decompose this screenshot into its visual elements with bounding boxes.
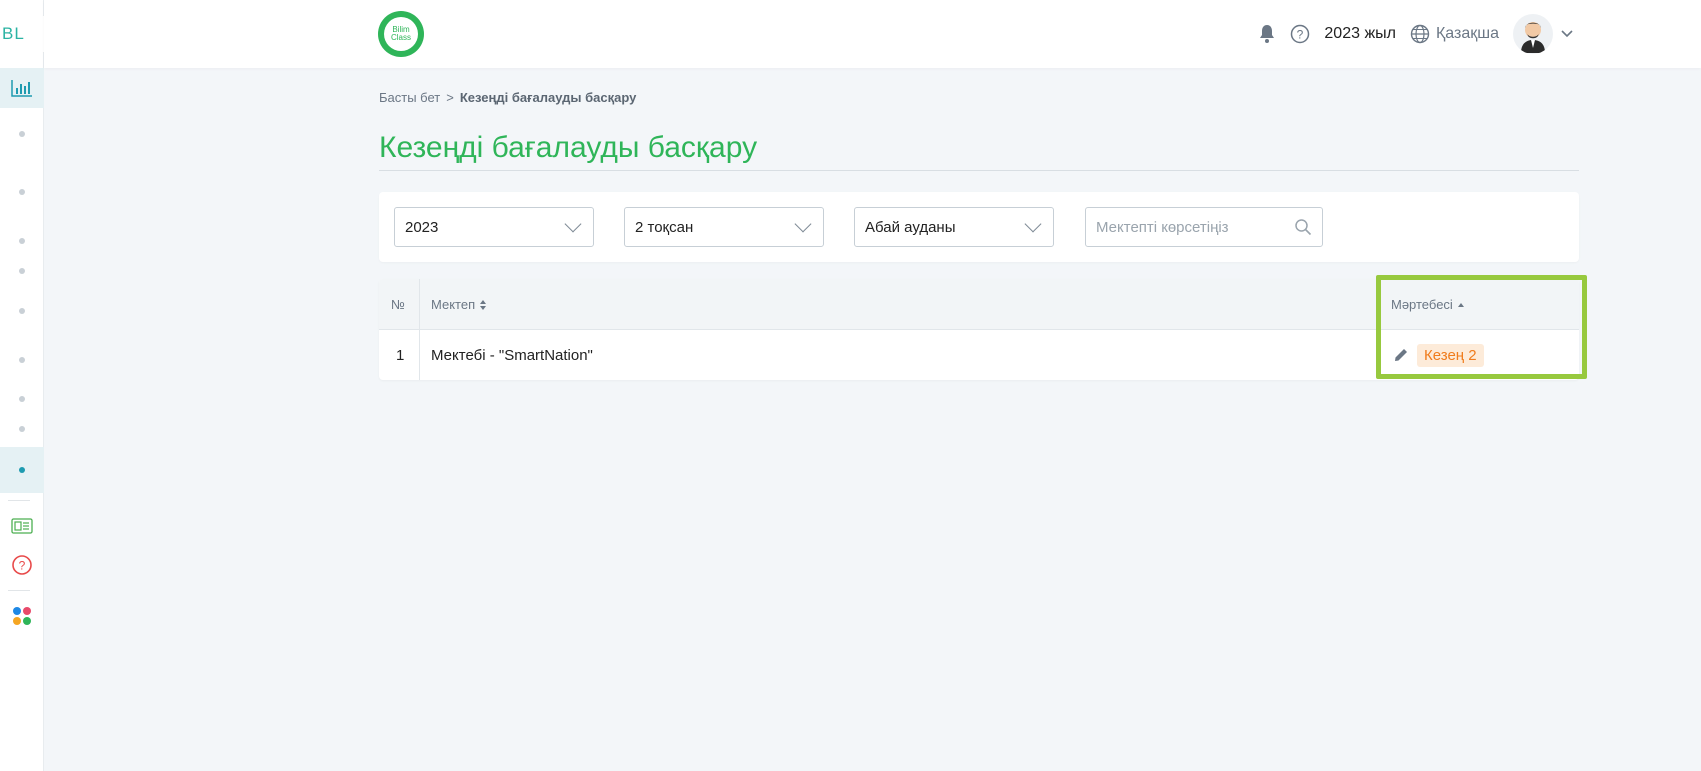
dot-icon: [19, 467, 25, 473]
breadcrumb: Басты бет > Кезеңді бағалауды басқару: [379, 90, 636, 105]
sidebar-item-dashboard[interactable]: [0, 68, 44, 108]
help-circle-icon: ?: [1291, 24, 1310, 44]
sort-icon[interactable]: [479, 299, 487, 311]
search-icon[interactable]: [1294, 218, 1312, 236]
sidebar-item-2[interactable]: [0, 182, 44, 202]
page-title: Кезеңді бағалауды басқару: [379, 131, 758, 164]
sidebar-item-news[interactable]: [0, 515, 44, 537]
status-badge: Кезең 2: [1417, 343, 1484, 367]
svg-text:?: ?: [1297, 28, 1304, 42]
sidebar-item-help[interactable]: ?: [0, 553, 44, 577]
sidebar-item-apps[interactable]: [0, 604, 44, 628]
newspaper-icon: [11, 518, 33, 534]
sidebar-item-5[interactable]: [0, 301, 44, 321]
sidebar-divider: [8, 500, 30, 501]
chevron-down-icon: [794, 215, 812, 233]
sidebar-item-4[interactable]: [0, 261, 44, 281]
quarter-select-value: 2 тоқсан: [635, 218, 694, 236]
filter-bar: 2023 2 тоқсан Абай ауданы: [379, 192, 1579, 262]
column-header-status[interactable]: Мәртебесі: [1391, 279, 1465, 330]
chevron-down-icon: [564, 215, 582, 233]
help-circle-icon: ?: [12, 555, 32, 575]
column-header-number: №: [391, 279, 405, 330]
pencil-edit-icon[interactable]: [1393, 347, 1409, 363]
sidebar-item-3[interactable]: [0, 231, 44, 251]
sidebar: BL ?: [0, 0, 44, 771]
year-select-value: 2023: [405, 218, 439, 236]
sidebar-item-8[interactable]: [0, 419, 44, 439]
dot-icon: [19, 131, 25, 137]
bar-chart-icon: [11, 80, 32, 97]
breadcrumb-home-link[interactable]: Басты бет: [379, 90, 440, 105]
dot-icon: [19, 238, 25, 244]
dot-icon: [19, 426, 25, 432]
breadcrumb-current: Кезеңді бағалауды басқару: [459, 90, 637, 105]
quarter-select[interactable]: 2 тоқсан: [624, 207, 824, 247]
brand-logo-inner: Bilim Class: [384, 17, 418, 51]
academic-year-selector[interactable]: 2023 жыл: [1324, 25, 1396, 43]
column-header-number-label: №: [391, 297, 405, 312]
row-number: 1: [396, 346, 405, 364]
row-school-name: Мектебі - "SmartNation": [431, 346, 593, 364]
column-header-status-label: Мәртебесі: [1391, 297, 1453, 312]
sidebar-item-1[interactable]: [0, 124, 44, 144]
user-menu-button[interactable]: [1561, 27, 1573, 41]
breadcrumb-separator: >: [446, 90, 454, 105]
district-select[interactable]: Абай ауданы: [854, 207, 1054, 247]
sidebar-logo-text: BL: [2, 24, 25, 43]
schools-table: № Мектеп Мәртебесі 1 Мектебі - "SmartNat…: [379, 279, 1579, 380]
user-avatar-icon: [1521, 22, 1545, 53]
bell-icon: [1260, 25, 1275, 43]
table-row: 1 Мектебі - "SmartNation" Кезең 2: [379, 330, 1579, 380]
brand-logo[interactable]: Bilim Class: [378, 11, 424, 57]
header-actions: ? 2023 жыл Қазақша: [1258, 14, 1573, 54]
sidebar-item-7[interactable]: [0, 389, 44, 409]
table-header: № Мектеп Мәртебесі: [379, 279, 1579, 330]
school-search-field[interactable]: [1085, 207, 1323, 247]
year-select[interactable]: 2023: [394, 207, 594, 247]
help-button[interactable]: ?: [1290, 24, 1310, 44]
brand-text-line2: Class: [390, 33, 411, 42]
language-label: Қазақша: [1435, 25, 1499, 42]
globe-icon: [1410, 24, 1430, 44]
column-header-school[interactable]: Мектеп: [431, 279, 487, 330]
sort-asc-icon[interactable]: [1457, 302, 1465, 308]
dot-icon: [19, 308, 25, 314]
district-select-value: Абай ауданы: [865, 218, 956, 236]
sidebar-divider: [8, 590, 30, 591]
title-divider: [379, 170, 1579, 171]
notification-button[interactable]: [1258, 24, 1276, 44]
chevron-down-icon: [1561, 30, 1573, 38]
language-selector[interactable]: Қазақша: [1410, 24, 1499, 44]
top-header: Bilim Class ? 2023 жыл Қазақша: [44, 0, 1701, 68]
dot-icon: [19, 357, 25, 363]
apps-grid-icon: [13, 607, 31, 625]
row-status-cell: Кезең 2: [1393, 330, 1484, 380]
dot-icon: [19, 268, 25, 274]
svg-text:?: ?: [19, 559, 26, 573]
school-search-input[interactable]: [1096, 218, 1286, 236]
sidebar-item-6[interactable]: [0, 350, 44, 370]
sidebar-item-assessment[interactable]: [0, 447, 44, 493]
chevron-down-icon: [1024, 215, 1042, 233]
column-header-school-label: Мектеп: [431, 297, 476, 312]
dot-icon: [19, 189, 25, 195]
dot-icon: [19, 396, 25, 402]
user-avatar[interactable]: [1513, 14, 1553, 54]
